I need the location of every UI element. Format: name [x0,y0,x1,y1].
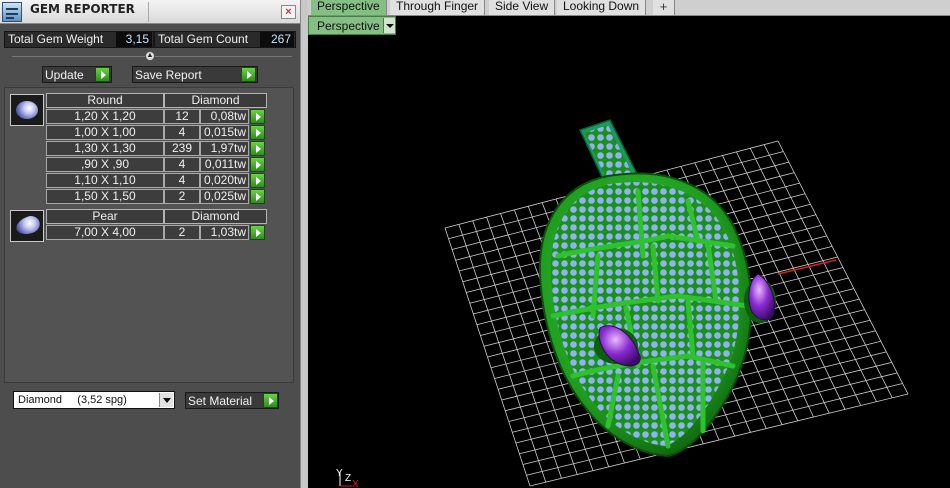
gem-count-cell: 4 [164,157,200,172]
tab-through-finger[interactable]: Through Finger [390,0,486,15]
select-gems-play-icon[interactable] [250,109,265,124]
gem-size-cell: 1,50 X 1,50 [46,189,164,204]
gem-size-cell: 7,00 X 4,00 [46,225,164,240]
gem-weight-cell: 0,025tw [200,189,249,204]
round-diamond-icon [16,101,38,119]
pear-diamond-icon [13,213,43,238]
update-button[interactable]: Update [42,66,112,83]
3d-viewport[interactable]: Y Z X Perspective [308,16,950,488]
update-play-icon[interactable] [95,67,110,82]
gem-weight-cell: 0,015tw [200,125,249,140]
collapse-icon[interactable]: ▲ [145,51,155,61]
gem-count-cell: 2 [164,189,200,204]
set-material-play-icon[interactable] [263,393,278,408]
panel-titlebar: GEM REPORTER × [0,0,300,24]
3d-scene[interactable]: Y Z X [308,16,950,488]
gem-weight-cell: 0,020tw [200,173,249,188]
set-material-button-label: Set Material [188,394,253,408]
add-tab-icon[interactable]: + [653,0,675,15]
gem-material-header: Diamond [164,209,267,224]
set-material-button[interactable]: Set Material [185,392,279,409]
panel-title: GEM REPORTER [30,2,135,16]
round-gem-thumbnail [10,94,44,126]
select-gems-play-icon[interactable] [250,125,265,140]
gem-count-cell: 239 [164,141,200,156]
chevron-down-icon[interactable] [383,18,395,33]
gem-weight-cell: 0,08tw [200,109,249,124]
gem-size-cell: 1,20 X 1,20 [46,109,164,124]
tab-looking-down[interactable]: Looking Down [557,0,647,15]
gem-weight-cell: 1,03tw [200,225,249,240]
select-gems-play-icon[interactable] [250,189,265,204]
y-axis-label: Y [336,468,343,479]
select-gems-play-icon[interactable] [250,141,265,156]
material-select[interactable]: Diamond (3,52 spg) [13,391,175,409]
save-report-button[interactable]: Save Report [132,66,258,83]
select-gems-play-icon[interactable] [250,157,265,172]
panel-splitter[interactable] [300,0,308,488]
gem-weight-cell: 1,97tw [200,141,249,156]
gem-size-cell: 1,30 X 1,30 [46,141,164,156]
gem-count-cell: 4 [164,125,200,140]
axis-indicator: Y Z X [336,468,359,488]
select-gems-play-icon[interactable] [250,225,265,240]
save-report-button-label: Save Report [135,68,202,82]
chevron-down-icon[interactable] [159,393,173,407]
title-separator [148,2,149,22]
total-gem-count-label: Total Gem Count [158,32,249,46]
pendant-body [538,172,753,458]
save-report-play-icon[interactable] [241,67,256,82]
tab-perspective[interactable]: Perspective [311,0,387,15]
total-gem-count-value: 267 [260,32,294,47]
grid-line [763,144,893,399]
grid-line [777,140,909,395]
gem-count-cell: 4 [164,173,200,188]
update-button-label: Update [45,68,84,82]
select-gems-play-icon[interactable] [250,173,265,188]
pear-gem-thumbnail [10,210,44,242]
gem-size-cell: ,90 X ,90 [46,157,164,172]
view-mode-label: Perspective [317,19,380,33]
gem-reporter-app-icon [2,2,22,22]
x-axis-label: X [352,479,359,488]
total-gem-weight-label: Total Gem Weight [8,32,104,46]
gem-count-cell: 2 [164,225,200,240]
gem-size-cell: 1,10 X 1,10 [46,173,164,188]
tab-side-view[interactable]: Side View [489,0,556,15]
view-mode-dropdown[interactable]: Perspective [308,16,396,35]
close-icon[interactable]: × [281,5,296,19]
gem-size-cell: 1,00 X 1,00 [46,125,164,140]
grid-line [749,148,877,402]
gem-material-header: Diamond [164,93,267,108]
gem-reporter-panel: GEM REPORTER × Total Gem Weight 3,15 Tot… [0,0,300,488]
gem-shape-header: Round [46,93,164,108]
total-gem-weight-value: 3,15 [116,32,152,47]
gem-count-cell: 12 [164,109,200,124]
view-tab-strip: Perspective Through Finger Side View Loo… [308,0,950,16]
material-select-value: Diamond (3,52 spg) [18,394,127,406]
z-axis-label: Z [345,473,351,484]
gem-shape-header: Pear [46,209,164,224]
gem-weight-cell: 0,011tw [200,157,249,172]
